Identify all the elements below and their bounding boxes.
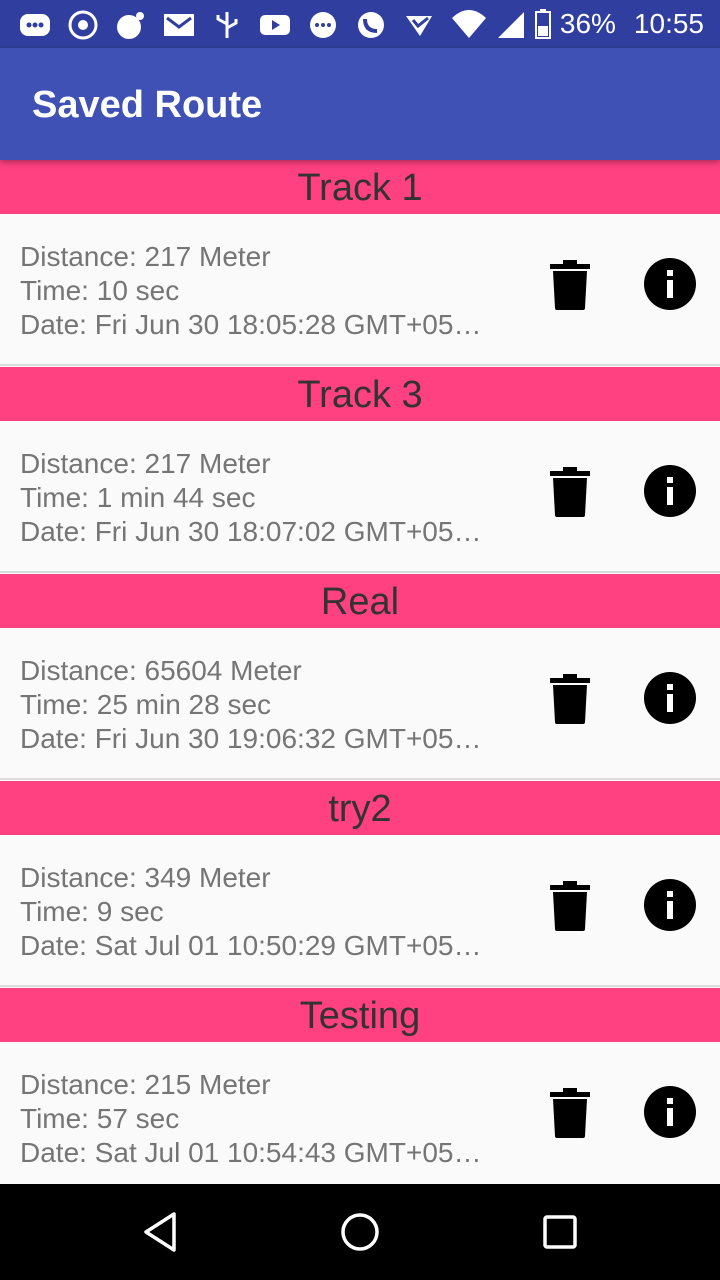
track-name: Real (0, 574, 720, 628)
chat-icon (306, 10, 340, 40)
track-time: Time: 25 min 28 sec (20, 689, 272, 720)
track-item: try2 Distance: 349 Meter Time: 9 sec Dat… (0, 781, 720, 988)
home-icon[interactable] (338, 1210, 382, 1254)
track-distance: Distance: 349 Meter (20, 862, 271, 893)
delete-icon[interactable] (550, 467, 590, 517)
track-date: Date: Fri Jun 30 18:07:02 GMT+05… (20, 516, 482, 547)
track-date: Date: Sat Jul 01 10:50:29 GMT+05… (20, 930, 482, 961)
track-distance: Distance: 217 Meter (20, 241, 271, 272)
track-time: Time: 10 sec (20, 275, 180, 306)
track-date: Date: Fri Jun 30 19:06:32 GMT+05… (20, 723, 482, 754)
notification-icons (18, 8, 436, 42)
clock: 10:55 (633, 8, 704, 39)
signal-icon (497, 12, 524, 38)
battery-icon (534, 9, 551, 39)
track-time: Time: 57 sec (20, 1103, 180, 1134)
info-icon[interactable] (644, 465, 696, 517)
track-details[interactable]: Distance: 217 Meter Time: 10 sec Date: F… (0, 214, 720, 366)
back-icon[interactable] (138, 1210, 182, 1254)
info-icon[interactable] (644, 258, 696, 310)
track-name: Testing (0, 988, 720, 1042)
gmail-icon (162, 10, 196, 40)
status-bar: 36% 10:55 (0, 0, 720, 48)
track-time: Time: 1 min 44 sec (20, 482, 256, 513)
track-time: Time: 9 sec (20, 896, 164, 927)
navigation-bar (0, 1184, 720, 1280)
track-item: Testing Distance: 215 Meter Time: 57 sec… (0, 988, 720, 1184)
info-icon[interactable] (644, 672, 696, 724)
messages-icon (18, 10, 52, 40)
track-distance: Distance: 215 Meter (20, 1069, 271, 1100)
track-name: Track 3 (0, 367, 720, 421)
delete-icon[interactable] (550, 881, 590, 931)
youtube-icon (258, 10, 292, 40)
track-name: try2 (0, 781, 720, 835)
page-title: Saved Route (32, 84, 263, 126)
info-icon[interactable] (644, 1086, 696, 1138)
track-details[interactable]: Distance: 215 Meter Time: 57 sec Date: S… (0, 1042, 720, 1184)
whatsapp-icon (66, 10, 100, 40)
app-icon (114, 10, 148, 40)
saved-routes-list: Track 1 Distance: 217 Meter Time: 10 sec… (0, 160, 720, 1184)
battery-percent: 36% (559, 8, 616, 39)
track-details[interactable]: Distance: 349 Meter Time: 9 sec Date: Sa… (0, 835, 720, 987)
app-bar: Saved Route (0, 48, 720, 160)
info-icon[interactable] (644, 879, 696, 931)
wifi-icon (451, 10, 486, 38)
track-item: Real Distance: 65604 Meter Time: 25 min … (0, 574, 720, 781)
track-date: Date: Fri Jun 30 18:05:28 GMT+05… (20, 309, 482, 340)
delete-icon[interactable] (550, 260, 590, 310)
usb-icon (210, 10, 244, 40)
recents-icon[interactable] (538, 1210, 582, 1254)
track-item: Track 1 Distance: 217 Meter Time: 10 sec… (0, 160, 720, 367)
track-item: Track 3 Distance: 217 Meter Time: 1 min … (0, 367, 720, 574)
track-details[interactable]: Distance: 217 Meter Time: 1 min 44 sec D… (0, 421, 720, 573)
delete-icon[interactable] (550, 674, 590, 724)
track-distance: Distance: 65604 Meter (20, 655, 302, 686)
delete-icon[interactable] (550, 1088, 590, 1138)
track-distance: Distance: 217 Meter (20, 448, 271, 479)
track-name: Track 1 (0, 160, 720, 214)
track-date: Date: Sat Jul 01 10:54:43 GMT+05… (20, 1137, 482, 1168)
app-check-icon (402, 10, 436, 40)
phone-icon (354, 10, 388, 40)
track-details[interactable]: Distance: 65604 Meter Time: 25 min 28 se… (0, 628, 720, 780)
